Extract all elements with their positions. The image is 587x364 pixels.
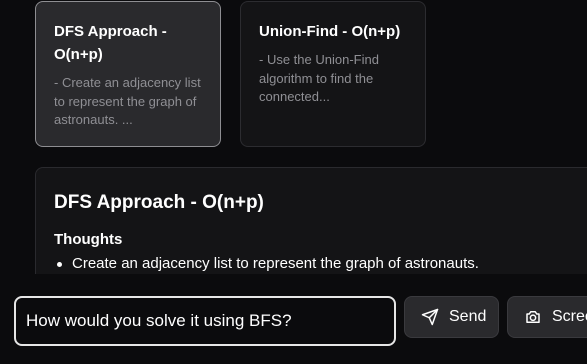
- detail-title: DFS Approach - O(n+p): [54, 192, 264, 213]
- chat-input[interactable]: [14, 296, 396, 346]
- screenshot-button-label: Scree: [552, 308, 587, 325]
- approach-card-title: Union-Find - O(n+p): [259, 23, 401, 40]
- approach-card-description: - Create an adjacency list to represent …: [54, 75, 201, 127]
- approach-detail-panel: DFS Approach - O(n+p) Thoughts Create an…: [35, 167, 587, 287]
- camera-icon: [524, 308, 542, 326]
- approach-card-title: DFS Approach - O(n+p): [54, 23, 167, 63]
- approach-card-description: - Use the Union-Find algorithm to find t…: [259, 52, 379, 104]
- approach-card-union-find[interactable]: Union-Find - O(n+p) - Use the Union-Find…: [240, 1, 426, 147]
- send-icon: [421, 308, 439, 326]
- send-button[interactable]: Send: [404, 296, 499, 338]
- bullet-icon: [57, 262, 62, 267]
- chat-input-bar: Send Scree: [0, 274, 587, 364]
- approach-card-dfs[interactable]: DFS Approach - O(n+p) - Create an adjace…: [35, 1, 221, 147]
- thought-item: Create an adjacency list to represent th…: [54, 254, 586, 274]
- thought-text: Create an adjacency list to represent th…: [72, 255, 479, 272]
- thoughts-heading: Thoughts: [54, 231, 123, 248]
- thoughts-list: Create an adjacency list to represent th…: [54, 254, 586, 274]
- app-stage: DFS Approach - O(n+p) - Create an adjace…: [0, 0, 587, 364]
- screenshot-button[interactable]: Scree: [507, 296, 587, 338]
- send-button-label: Send: [449, 308, 487, 325]
